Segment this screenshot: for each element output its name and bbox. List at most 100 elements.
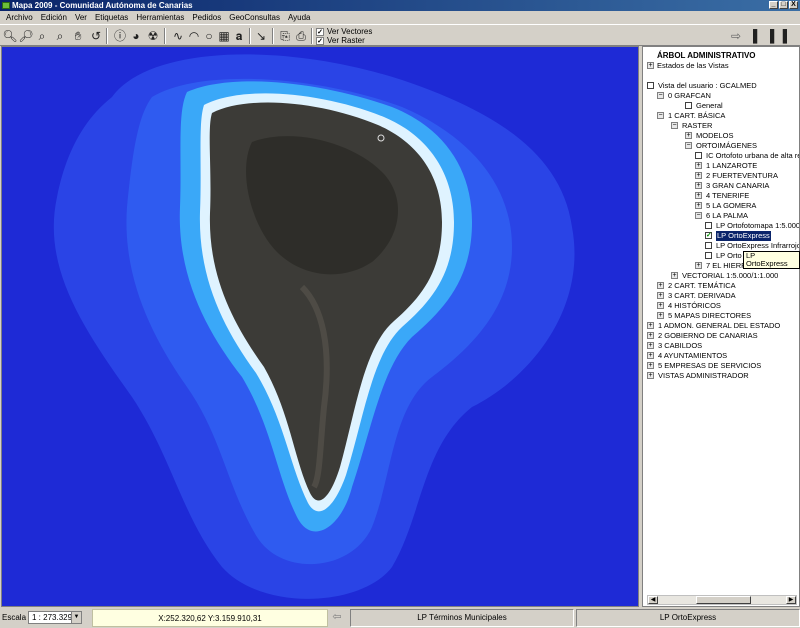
ver-raster-toggle[interactable]: ✓ Ver Raster <box>316 36 365 45</box>
tree-node-label: 1 ADMON. GENERAL DEL ESTADO <box>658 321 781 330</box>
tree-node-label: Vista del usuario : GCALMED <box>658 81 757 90</box>
tree-node-label: 1 CART. BÁSICA <box>668 111 726 120</box>
arrow-left-icon[interactable]: ⇦ <box>330 611 344 624</box>
tree-node-label: 3 CART. DERIVADA <box>668 291 736 300</box>
tree-node-label: 4 HISTÓRICOS <box>668 301 721 310</box>
zoom-window-icon[interactable]: ⌕ <box>52 28 68 44</box>
expand-icon[interactable]: + <box>657 292 664 299</box>
menu-bar: Archivo Edición Ver Etiquetas Herramient… <box>0 11 800 24</box>
status-layer-ortoexpress: LP OrtoExpress <box>576 609 800 627</box>
menu-pedidos[interactable]: Pedidos <box>188 13 225 22</box>
checkmark-icon[interactable]: ✓ <box>316 27 324 36</box>
chart-bars-alt-icon[interactable]: ▐ <box>762 28 778 44</box>
tree-checkbox[interactable] <box>705 222 712 229</box>
menu-ayuda[interactable]: Ayuda <box>284 13 315 22</box>
zoom-extent-icon[interactable]: ⌕ <box>34 28 50 44</box>
expand-icon[interactable]: + <box>695 202 702 209</box>
map-canvas[interactable] <box>2 47 639 607</box>
menu-etiquetas[interactable]: Etiquetas <box>91 13 132 22</box>
expand-icon[interactable]: + <box>685 132 692 139</box>
profile-icon[interactable]: ∿ <box>170 28 186 44</box>
collapse-icon[interactable]: − <box>671 122 678 129</box>
menu-geoconsultas[interactable]: GeoConsultas <box>225 13 284 22</box>
zoom-in-icon[interactable]: 🔍︎ <box>2 28 18 44</box>
buffer-icon[interactable]: ○ <box>201 28 217 44</box>
expand-icon[interactable]: + <box>647 332 654 339</box>
scroll-right-icon[interactable]: ▶ <box>786 596 796 604</box>
close-button[interactable]: X <box>789 1 798 9</box>
scroll-thumb[interactable] <box>696 596 751 604</box>
tree-checkbox[interactable] <box>695 152 702 159</box>
expand-icon[interactable]: + <box>647 352 654 359</box>
tree-node-label: 4 TENERIFE <box>706 191 750 200</box>
expand-icon[interactable]: + <box>647 62 654 69</box>
expand-icon[interactable]: + <box>657 312 664 319</box>
map-view[interactable] <box>1 46 639 607</box>
arrow-right-icon[interactable]: ⇨ <box>728 28 744 44</box>
checkmark-icon[interactable]: ✓ <box>316 36 324 45</box>
app-icon <box>2 2 10 9</box>
expand-icon[interactable]: + <box>647 362 654 369</box>
tree-node-label: LP OrtoExpress <box>716 231 771 241</box>
expand-icon[interactable]: + <box>695 182 702 189</box>
expand-icon[interactable]: + <box>647 322 654 329</box>
menu-ver[interactable]: Ver <box>71 13 91 22</box>
expand-icon[interactable]: + <box>695 192 702 199</box>
pan-hand-icon[interactable]: ✋︎ <box>70 28 86 44</box>
tree-node-label: 2 FUERTEVENTURA <box>706 171 778 180</box>
tree-node-label: RASTER <box>682 121 713 130</box>
tree-node-label: LP OrtoExpress Infrarrojo <box>716 241 800 250</box>
scale-select[interactable]: 1 : 273.329 ▼ <box>28 611 82 624</box>
collapse-icon[interactable]: − <box>657 92 664 99</box>
tree-checkbox[interactable]: ✓ <box>705 232 712 239</box>
toolbar: 🔍︎ 🔎︎ ⌕ ⌕ ✋︎ ↺ ⓘ ◕ ☢ ∿ ◠ ○ ▦ 𝐚 ↘ ⎘ ⎙ ✓ V… <box>0 24 800 46</box>
tree-node-label: 5 MAPAS DIRECTORES <box>668 311 752 320</box>
expand-icon[interactable]: + <box>657 302 664 309</box>
panel-subtitle: Estados de las Vistas <box>657 61 729 70</box>
expand-icon[interactable]: + <box>647 342 654 349</box>
chevron-down-icon[interactable]: ▼ <box>71 612 81 623</box>
tree-node-label: 6 LA PALMA <box>706 211 748 220</box>
identify-icon[interactable]: ◕ <box>128 28 144 44</box>
admin-tree-panel: ÁRBOL ADMINISTRATIVO + Estados de las Vi… <box>642 46 800 607</box>
grid-icon[interactable]: ▦ <box>216 28 232 44</box>
ver-vectores-toggle[interactable]: ✓ Ver Vectores <box>316 27 372 36</box>
copy-icon[interactable]: ⎘ <box>277 28 293 44</box>
minimize-button[interactable]: _ <box>769 1 778 9</box>
tree-checkbox[interactable] <box>685 102 692 109</box>
scroll-left-icon[interactable]: ◀ <box>648 596 658 604</box>
tree-node-label: VECTORIAL 1:5.000/1:1.000 <box>682 271 779 280</box>
expand-icon[interactable]: + <box>657 282 664 289</box>
collapse-icon[interactable]: − <box>695 212 702 219</box>
expand-icon[interactable]: + <box>695 172 702 179</box>
chart-bars-icon[interactable]: ▐ <box>745 28 761 44</box>
print-icon[interactable]: ⎙ <box>293 28 309 44</box>
label-icon[interactable]: 𝐚 <box>231 28 247 44</box>
measure-icon[interactable]: ☢ <box>145 28 161 44</box>
collapse-icon[interactable]: − <box>685 142 692 149</box>
menu-edicion[interactable]: Edición <box>37 13 71 22</box>
select-arrow-icon[interactable]: ↘ <box>253 28 269 44</box>
zoom-previous-icon[interactable]: ↺ <box>88 28 104 44</box>
tree-checkbox[interactable] <box>705 252 712 259</box>
expand-icon[interactable]: + <box>695 162 702 169</box>
maximize-button[interactable]: □ <box>779 1 788 9</box>
info-icon[interactable]: ⓘ <box>112 28 128 44</box>
expand-icon[interactable]: + <box>671 272 678 279</box>
tree-node-label: MODELOS <box>696 131 734 140</box>
tree-node-label: 2 GOBIERNO DE CANARIAS <box>658 331 758 340</box>
area-icon[interactable]: ◠ <box>186 28 202 44</box>
collapse-icon[interactable]: − <box>657 112 664 119</box>
tree-node-label: 0 GRAFCAN <box>668 91 711 100</box>
tree-checkbox[interactable] <box>705 242 712 249</box>
menu-archivo[interactable]: Archivo <box>2 13 37 22</box>
zoom-out-icon[interactable]: 🔎︎ <box>18 28 34 44</box>
status-bar: Escala : 1 : 273.329 ▼ X:252.320,62 Y:3.… <box>0 608 800 628</box>
expand-icon[interactable]: + <box>647 372 654 379</box>
chart-line-icon[interactable]: ▌ <box>779 28 795 44</box>
expand-icon[interactable]: + <box>695 262 702 269</box>
tree-checkbox[interactable] <box>647 82 654 89</box>
menu-herramientas[interactable]: Herramientas <box>132 13 188 22</box>
horizontal-scrollbar[interactable]: ◀ ▶ <box>647 595 797 605</box>
tree-node-label: VISTAS ADMINISTRADOR <box>658 371 749 380</box>
